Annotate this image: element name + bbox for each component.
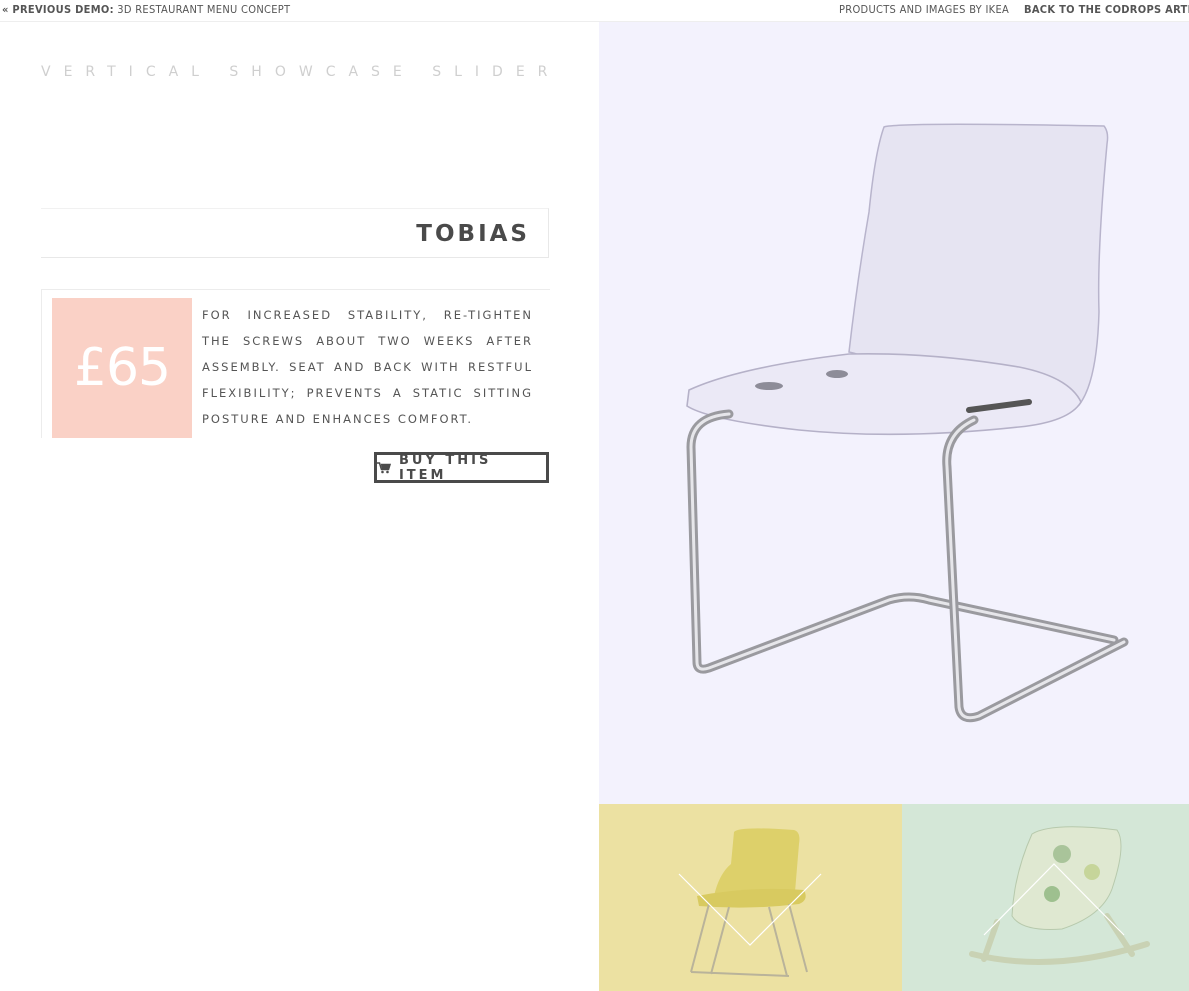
back-to-article-link[interactable]: BACK TO THE CODROPS ARTICL — [1024, 3, 1189, 16]
product-name: TOBIAS — [416, 221, 530, 247]
page-title: VERTICAL SHOWCASE SLIDER — [41, 64, 561, 80]
previous-demo-title: 3D RESTAURANT MENU CONCEPT — [117, 3, 291, 16]
buy-button[interactable]: BUY THIS ITEM — [374, 452, 549, 483]
hero-product-image — [599, 22, 1189, 804]
chair-image — [686, 123, 1129, 723]
chevron-up-icon — [983, 863, 1125, 936]
price-badge: £65 — [52, 298, 192, 438]
previous-demo-link[interactable]: « PREVIOUS DEMO: 3D RESTAURANT MENU CONC… — [2, 3, 290, 16]
product-detail-box: £65 For increased stability, re-tighten … — [41, 289, 550, 438]
previous-product-thumbnail[interactable] — [902, 804, 1189, 991]
chevron-down-icon — [678, 873, 822, 946]
buy-button-label: BUY THIS ITEM — [398, 452, 492, 483]
cart-icon — [377, 461, 391, 473]
credit-link[interactable]: PRODUCTS AND IMAGES BY IKEA — [839, 3, 1009, 16]
previous-demo-label: « PREVIOUS DEMO: — [2, 3, 114, 16]
top-bar: « PREVIOUS DEMO: 3D RESTAURANT MENU CONC… — [0, 0, 1189, 22]
product-description: For increased stability, re-tighten the … — [202, 308, 533, 426]
product-name-box: TOBIAS — [41, 208, 549, 258]
next-product-thumbnail[interactable] — [599, 804, 902, 991]
